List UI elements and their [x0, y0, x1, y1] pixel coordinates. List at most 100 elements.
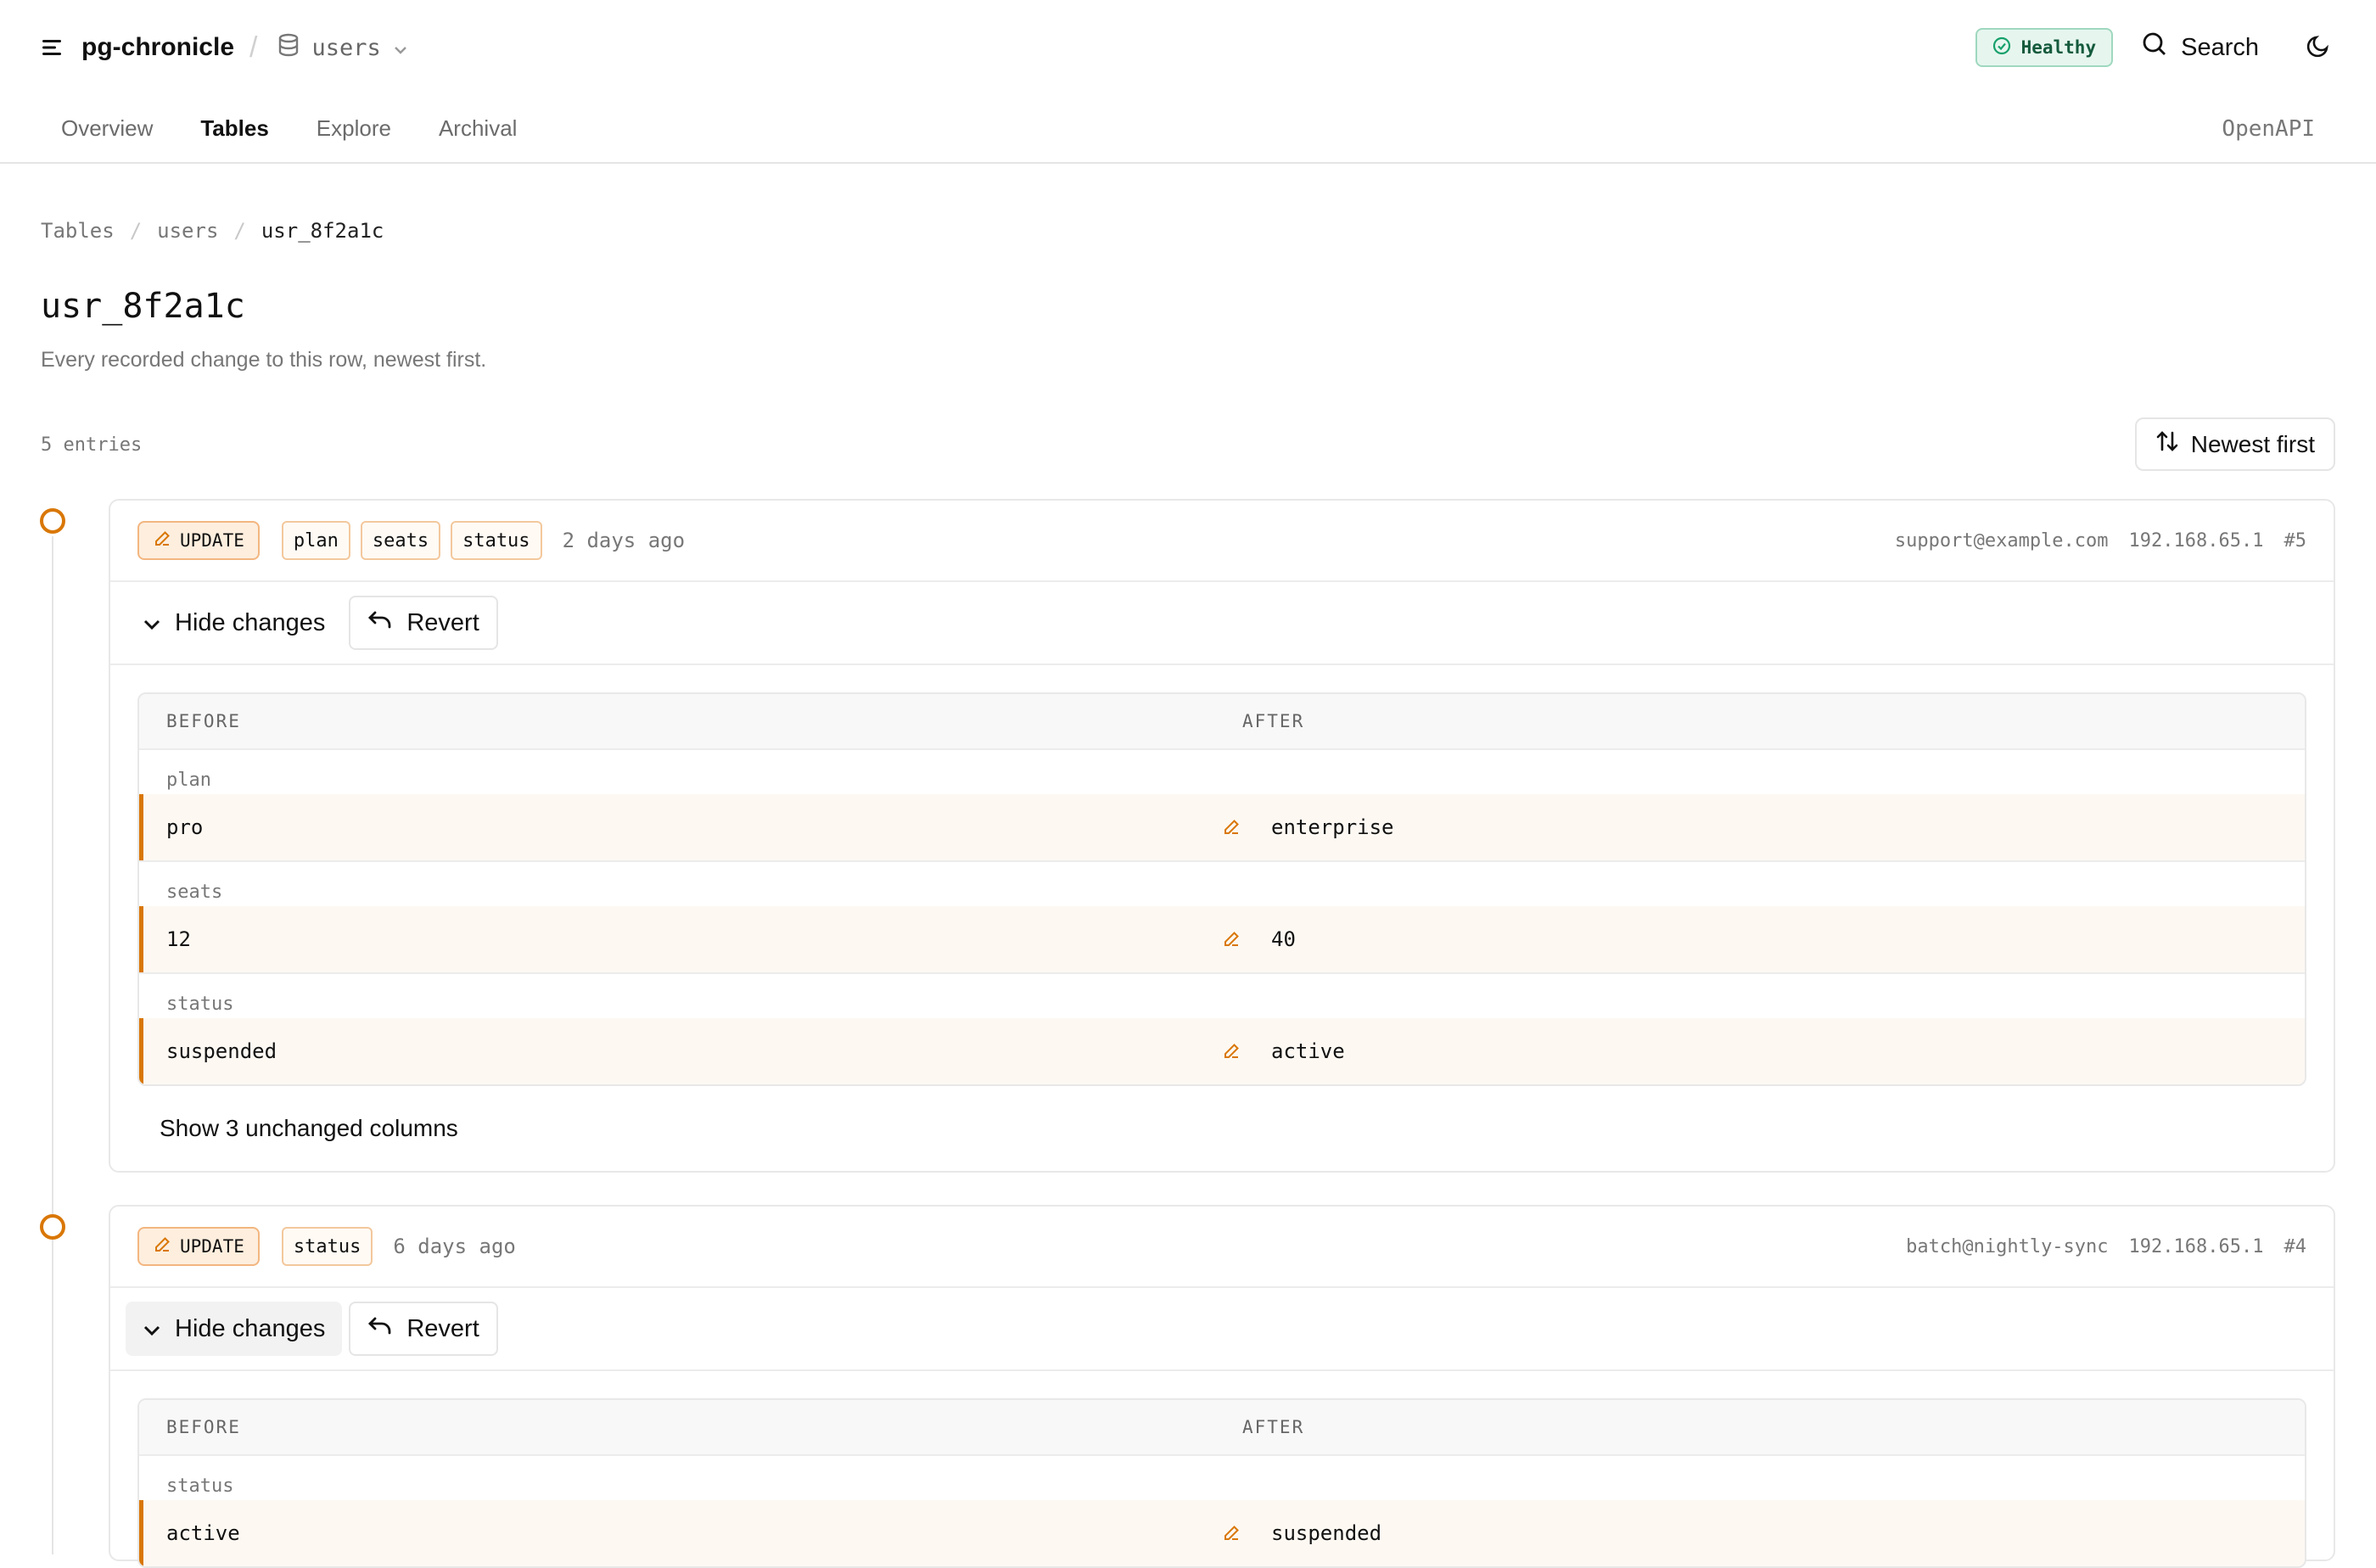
diff-row: active suspended [139, 1500, 2305, 1566]
top-bar: pg-chronicle / users Healthy Search [0, 0, 2376, 95]
before-value: pro [166, 815, 204, 839]
undo-icon [367, 1315, 393, 1343]
after-header: AFTER [1242, 1417, 1305, 1437]
moon-icon [2306, 33, 2331, 63]
after-value: 40 [1271, 927, 1296, 951]
after-header: AFTER [1242, 711, 1305, 731]
entry-ip: 192.168.65.1 [2128, 1235, 2264, 1257]
diff-table: BEFORE AFTER plan pro enterprise seats 1… [137, 692, 2306, 1086]
header-separator: / [249, 31, 258, 64]
app-name[interactable]: pg-chronicle [81, 33, 234, 62]
breadcrumb-separator: / [233, 219, 246, 243]
health-badge: Healthy [1975, 28, 2114, 67]
chevron-down-icon [143, 609, 161, 637]
entry-count: 5 entries [41, 434, 143, 456]
entry-header: UPDATE plan seats status 2 days ago supp… [110, 501, 2334, 582]
before-value: suspended [166, 1039, 277, 1063]
field-name: plan [166, 770, 211, 791]
history-entry: UPDATE status 6 days ago batch@nightly-s… [109, 1205, 2335, 1568]
page-title: usr_8f2a1c [41, 287, 245, 326]
tab-explore[interactable]: Explore [317, 115, 391, 142]
changed-column-chip: status [451, 521, 542, 560]
before-value: active [166, 1521, 240, 1545]
after-value: active [1271, 1039, 1345, 1063]
pencil-icon [1222, 1524, 1271, 1543]
changed-column-chip: status [281, 1227, 373, 1266]
entry-user: support@example.com [1894, 529, 2109, 552]
entry-meta: batch@nightly-sync 192.168.65.1 #4 [1906, 1236, 2306, 1257]
page-subtitle: Every recorded change to this row, newes… [41, 348, 487, 372]
chevron-down-icon [393, 35, 408, 61]
diff-row: suspended active [139, 1018, 2305, 1084]
check-circle-icon [1992, 36, 2011, 59]
entry-time: 6 days ago [393, 1235, 516, 1258]
diff-field: status active suspended [139, 1456, 2305, 1566]
search-icon [2142, 31, 2167, 64]
timeline-line [52, 536, 53, 1554]
entry-meta: support@example.com 192.168.65.1 #5 [1895, 530, 2306, 552]
entry-actions: Hide changes Revert [110, 582, 2334, 665]
menu-icon[interactable] [41, 36, 64, 59]
entry-id: #4 [2284, 1235, 2307, 1257]
database-selector[interactable]: users [277, 33, 407, 63]
diff-field: plan pro enterprise [139, 750, 2305, 862]
field-name: status [166, 994, 234, 1015]
after-value: enterprise [1271, 815, 1394, 839]
tab-overview[interactable]: Overview [61, 115, 153, 142]
pencil-icon [1222, 1042, 1271, 1061]
pencil-icon [153, 529, 171, 552]
diff-header: BEFORE AFTER [139, 694, 2305, 750]
theme-toggle-button[interactable] [2301, 31, 2335, 64]
breadcrumb-current: usr_8f2a1c [261, 219, 384, 243]
sort-button[interactable]: Newest first [2134, 417, 2335, 471]
entry-user: batch@nightly-sync [1906, 1235, 2109, 1257]
field-name: seats [166, 882, 223, 903]
diff-header: BEFORE AFTER [139, 1400, 2305, 1456]
entry-ip: 192.168.65.1 [2128, 529, 2264, 552]
breadcrumb-tables[interactable]: Tables [41, 219, 115, 243]
pencil-icon [1222, 818, 1271, 837]
timeline-dot [40, 1214, 65, 1240]
before-header: BEFORE [166, 1417, 241, 1437]
hide-changes-button[interactable]: Hide changes [126, 596, 342, 650]
health-label: Healthy [2020, 37, 2097, 58]
database-icon [277, 33, 300, 63]
hide-changes-label: Hide changes [175, 608, 326, 636]
nav-tabs: Overview Tables Explore Archival OpenAPI [0, 95, 2376, 164]
diff-field: seats 12 40 [139, 862, 2305, 974]
chevron-down-icon [143, 1315, 161, 1343]
tab-archival[interactable]: Archival [439, 115, 517, 142]
diff-table: BEFORE AFTER status active suspended [137, 1398, 2306, 1568]
diff-field: status suspended active [139, 974, 2305, 1084]
breadcrumb: Tables / users / usr_8f2a1c [41, 219, 384, 243]
after-value: suspended [1271, 1521, 1382, 1545]
pencil-icon [153, 1235, 171, 1258]
entry-time: 2 days ago [562, 529, 686, 552]
breadcrumb-users[interactable]: users [157, 219, 218, 243]
revert-label: Revert [406, 1314, 479, 1342]
undo-icon [367, 609, 393, 637]
search-label: Search [2181, 33, 2259, 61]
revert-button[interactable]: Revert [349, 1302, 498, 1356]
breadcrumb-separator: / [129, 219, 143, 243]
field-name: status [166, 1476, 234, 1497]
operation-label: UPDATE [180, 530, 244, 551]
operation-badge: UPDATE [137, 521, 260, 560]
revert-label: Revert [406, 608, 479, 636]
before-header: BEFORE [166, 711, 241, 731]
database-name: users [311, 34, 381, 61]
search-button[interactable]: Search [2142, 31, 2259, 64]
diff-row: pro enterprise [139, 794, 2305, 860]
diff-row: 12 40 [139, 906, 2305, 972]
revert-button[interactable]: Revert [349, 596, 498, 650]
openapi-link[interactable]: OpenAPI [2222, 116, 2315, 142]
pencil-icon [1222, 930, 1271, 949]
operation-badge: UPDATE [137, 1227, 260, 1266]
show-unchanged-button[interactable]: Show 3 unchanged columns [110, 1086, 2334, 1171]
operation-label: UPDATE [180, 1236, 244, 1257]
tab-tables[interactable]: Tables [200, 115, 268, 142]
before-value: 12 [166, 927, 191, 951]
sort-icon [2155, 429, 2179, 459]
changed-column-chip: seats [360, 521, 441, 560]
hide-changes-button[interactable]: Hide changes [126, 1302, 343, 1356]
